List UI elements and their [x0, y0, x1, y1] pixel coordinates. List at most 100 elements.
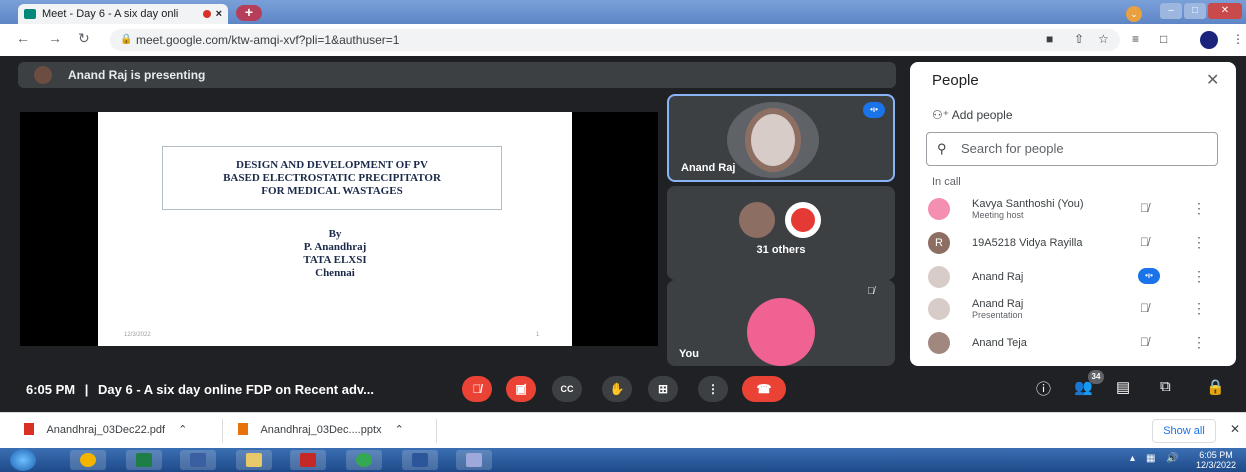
camera-in-use-icon[interactable]: ■: [1046, 32, 1053, 46]
chrome-window-taskbar-icon[interactable]: [346, 450, 382, 470]
search-people-input[interactable]: ⚲ Search for people: [926, 132, 1218, 166]
chrome-icon: [356, 453, 372, 467]
search-icon: ⚲: [937, 141, 947, 156]
camera-toggle-button[interactable]: ▣̸: [506, 376, 536, 402]
add-people-button[interactable]: ⚇⁺ Add people: [932, 108, 1013, 122]
new-tab-button[interactable]: +: [236, 5, 262, 21]
taskbar-clock[interactable]: 6:05 PM 12/3/2022: [1196, 450, 1236, 470]
host-controls-icon[interactable]: 🔒: [1206, 378, 1225, 396]
self-label: You: [679, 348, 699, 360]
browser-menu-icon[interactable]: ⋮: [1232, 32, 1244, 46]
add-person-icon: ⚇⁺: [932, 108, 950, 122]
meet-favicon-icon: [24, 9, 36, 19]
media-control-icon[interactable]: ≡: [1132, 32, 1139, 46]
tab-close-button[interactable]: ×: [216, 8, 222, 20]
present-button[interactable]: ⊞: [648, 376, 678, 402]
network-icon[interactable]: ▦: [1146, 453, 1155, 464]
more-options-icon[interactable]: ⋮: [1192, 268, 1206, 285]
browser-tab-meet[interactable]: Meet - Day 6 - A six day onli ×: [18, 4, 228, 24]
side-panel-icon[interactable]: □: [1160, 32, 1167, 46]
participant-avatar: [928, 332, 950, 354]
slide-author: P. Anandhraj: [303, 241, 367, 253]
more-options-icon[interactable]: ⋮: [1192, 300, 1206, 317]
participant-row[interactable]: R 19A5218 Vidya Rayilla 🎙̸ ⋮: [910, 226, 1236, 258]
participant-tile-self[interactable]: 🎙̸ You: [667, 280, 895, 366]
slide-date: 12/3/2022: [124, 332, 151, 338]
media-player-taskbar-icon[interactable]: [180, 450, 216, 470]
presentation-view[interactable]: DESIGN AND DEVELOPMENT OF PV BASED ELECT…: [20, 112, 658, 346]
address-bar[interactable]: 🔒 meet.google.com/ktw-amqi-xvf?pli=1&aut…: [110, 29, 1120, 51]
participant-row[interactable]: Anand Raj •ı• ⋮: [910, 260, 1236, 292]
participant-name: 19A5218 Vidya Rayilla: [972, 237, 1083, 249]
participant-name: Anand Teja: [972, 337, 1027, 349]
participant-name: Kavya Santhoshi (You): [972, 198, 1084, 210]
more-options-icon[interactable]: ⋮: [1192, 234, 1206, 251]
minimize-button[interactable]: –: [1160, 3, 1182, 19]
participant-row[interactable]: Anand Raj Presentation 🎙̸ ⋮: [910, 292, 1236, 324]
start-button[interactable]: [10, 449, 36, 471]
recording-dot-icon: [202, 10, 211, 18]
profile-avatar[interactable]: [1200, 31, 1218, 49]
meeting-separator: |: [84, 382, 89, 397]
paint-taskbar-icon[interactable]: [456, 450, 492, 470]
chevron-up-icon[interactable]: ⌃: [178, 424, 187, 436]
tray-expand-icon[interactable]: ▴: [1130, 453, 1135, 464]
excel-taskbar-icon[interactable]: [126, 450, 162, 470]
participant-row[interactable]: Anand Teja 🎙̸ ⋮: [910, 326, 1236, 358]
mic-off-icon: 🎙̸: [1140, 201, 1149, 215]
activities-icon[interactable]: ⧉: [1160, 378, 1171, 395]
mic-off-icon: 🎙̸: [1140, 235, 1149, 249]
lock-icon: 🔒: [120, 34, 133, 45]
bookmark-star-icon[interactable]: ☆: [1098, 32, 1109, 46]
add-people-label: Add people: [951, 108, 1013, 122]
leave-call-button[interactable]: ☎: [742, 376, 786, 402]
chat-icon[interactable]: ▤: [1116, 378, 1130, 396]
explorer-taskbar-icon[interactable]: [236, 450, 272, 470]
tab-search-chevron-icon[interactable]: ⌄: [1126, 6, 1142, 22]
presenting-text: Anand Raj is presenting: [68, 68, 206, 82]
meeting-details-icon[interactable]: ⓘ: [1036, 378, 1051, 399]
captions-button[interactable]: CC: [552, 376, 582, 402]
chevron-up-icon[interactable]: ⌃: [395, 424, 404, 436]
forward-arrow-icon[interactable]: →: [48, 30, 62, 46]
in-call-heading: In call: [932, 176, 961, 188]
downloads-close-icon[interactable]: ✕: [1230, 422, 1240, 436]
clock-time: 6:05 PM: [1199, 450, 1233, 460]
window-close-button[interactable]: ✕: [1208, 3, 1242, 19]
raise-hand-button[interactable]: ✋: [602, 376, 632, 402]
participant-row[interactable]: Kavya Santhoshi (You) Meeting host 🎙̸ ⋮: [910, 192, 1236, 224]
share-icon[interactable]: ⇧: [1074, 32, 1084, 46]
word-taskbar-icon[interactable]: [402, 450, 438, 470]
participant-photo: [727, 102, 819, 178]
clock-date: 12/3/2022: [1196, 460, 1237, 470]
participant-tile-main[interactable]: Anand Raj •ı•: [667, 94, 895, 182]
speaking-indicator-icon: •ı•: [1138, 268, 1160, 284]
volume-icon[interactable]: 🔊: [1166, 453, 1178, 464]
show-all-button[interactable]: Show all: [1152, 419, 1216, 443]
windows-taskbar: ▴ ▦ 🔊 6:05 PM 12/3/2022: [0, 448, 1246, 472]
more-options-button[interactable]: ⋮: [698, 376, 728, 402]
chrome-taskbar-icon[interactable]: [70, 450, 106, 470]
participant-tile-others[interactable]: 31 others: [667, 186, 895, 280]
slide-title-line: FOR MEDICAL WASTAGES: [261, 185, 403, 197]
download-item[interactable]: Anandhraj_03Dec22.pdf ⌃: [24, 423, 187, 436]
browser-toolbar: ← → ↻ 🔒 meet.google.com/ktw-amqi-xvf?pli…: [0, 24, 1246, 56]
back-arrow-icon[interactable]: ←: [16, 30, 30, 46]
panel-close-icon[interactable]: ✕: [1206, 70, 1219, 90]
more-options-icon[interactable]: ⋮: [1192, 334, 1206, 351]
others-label: 31 others: [756, 244, 806, 256]
mic-toggle-button[interactable]: 🎙̸: [462, 376, 492, 402]
download-item[interactable]: Anandhraj_03Dec....pptx ⌃: [238, 423, 404, 436]
others-avatar: [785, 202, 821, 238]
participant-name: Anand Raj: [972, 298, 1024, 310]
more-options-icon[interactable]: ⋮: [1192, 200, 1206, 217]
search-placeholder: Search for people: [961, 141, 1064, 156]
meeting-title: Day 6 - A six day online FDP on Recent a…: [98, 382, 374, 397]
mic-off-icon: 🎙̸: [867, 286, 875, 297]
reload-icon[interactable]: ↻: [78, 30, 90, 47]
panel-title: People: [932, 72, 979, 89]
presenting-banner: Anand Raj is presenting: [18, 62, 896, 88]
maximize-button[interactable]: □: [1184, 3, 1206, 19]
mic-off-icon: 🎙̸: [1140, 301, 1149, 315]
acrobat-taskbar-icon[interactable]: [290, 450, 326, 470]
